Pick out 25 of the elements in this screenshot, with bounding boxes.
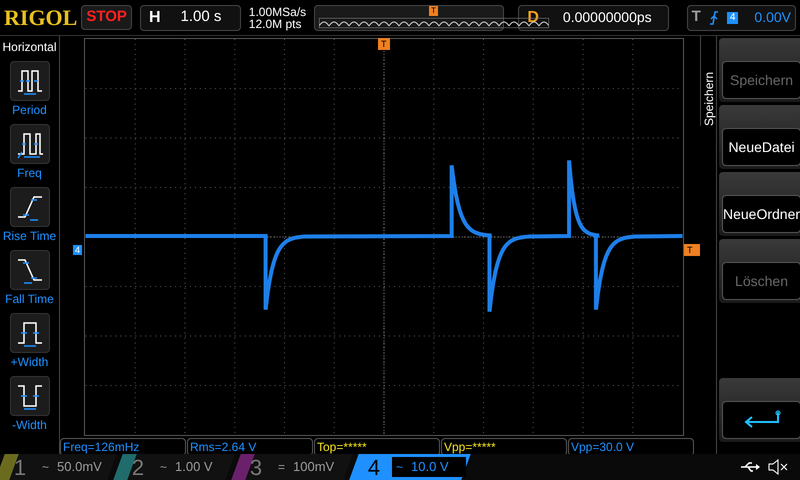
menu-title: Horizontal — [2, 39, 57, 56]
channel-tab[interactable]: 1 ~ 50.0mV — [0, 454, 117, 480]
run-status[interactable]: STOP — [81, 5, 132, 30]
timebase-label: H — [148, 8, 162, 28]
channel-tab[interactable]: 4 ~ 10.0 V — [349, 454, 471, 480]
memory-depth: 12.0M pts — [248, 18, 302, 30]
channel-tab[interactable]: 2 ~ 1.00 V — [113, 454, 235, 480]
menu-button[interactable]: NeueDatei — [719, 105, 800, 169]
trigger-label: T — [692, 7, 701, 28]
brand-logo: RIGOL — [4, 4, 78, 32]
trigger-panel[interactable]: T 4 0.00V — [686, 4, 796, 30]
timebase-panel[interactable]: H 1.00 s — [140, 4, 241, 30]
channel-tab[interactable]: 3 = 100mV — [231, 454, 353, 480]
trigger-position-marker[interactable]: T — [378, 38, 390, 50]
trigger-level-marker[interactable]: T — [684, 244, 700, 256]
timebase-value: 1.00 s — [180, 7, 222, 28]
delay-panel[interactable]: D 0.00000000ps — [518, 4, 669, 30]
menu-title: Speichern — [700, 70, 716, 126]
trigger-source: 4 — [726, 12, 738, 24]
sample-rate: 1.00MSa/s — [248, 6, 306, 18]
delay-value: 0.00000000ps — [562, 8, 653, 27]
delay-label: D — [526, 8, 540, 28]
menu-button[interactable]: NeueOrdner — [719, 172, 800, 236]
trigger-position-marker: T — [429, 6, 438, 16]
trigger-level: 0.00V — [754, 8, 791, 27]
